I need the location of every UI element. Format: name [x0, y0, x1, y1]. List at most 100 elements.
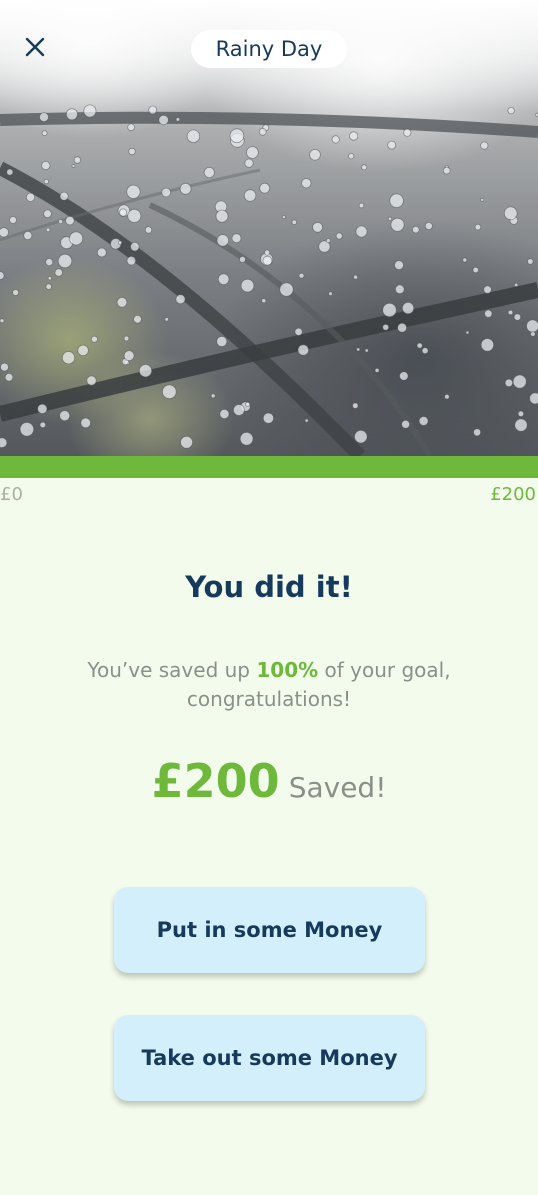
raindrop	[80, 417, 91, 429]
raindrop	[514, 418, 528, 432]
raindrop	[59, 410, 71, 422]
raindrop	[421, 347, 429, 355]
saved-amount: £200	[151, 754, 280, 808]
raindrop	[39, 421, 46, 429]
raindrop	[41, 130, 48, 137]
raindrop	[304, 418, 309, 423]
raindrop	[512, 374, 527, 389]
raindrop	[442, 166, 451, 175]
raindrop	[374, 367, 380, 373]
raindrop	[118, 240, 123, 245]
raindrop	[45, 283, 52, 290]
raindrop	[389, 193, 404, 208]
raindrop	[243, 189, 257, 202]
progress-min-label: £0	[0, 484, 23, 505]
raindrop	[399, 371, 409, 381]
raindrop	[349, 131, 359, 141]
raindrop	[69, 231, 84, 246]
raindrop	[43, 179, 49, 185]
raindrop	[246, 146, 259, 159]
raindrop	[4, 372, 14, 382]
raindrop	[164, 317, 169, 322]
raindrop	[232, 404, 245, 416]
raindrop	[390, 217, 405, 232]
raindrop	[517, 410, 525, 417]
raindrop	[244, 158, 254, 168]
raindrop	[6, 168, 14, 176]
raindrop	[484, 309, 493, 318]
raindrop	[58, 219, 64, 225]
raindrop	[65, 108, 78, 121]
raindrop	[54, 268, 63, 277]
raindrop	[231, 233, 242, 244]
raindrop	[397, 322, 408, 333]
raindrop	[411, 225, 420, 234]
raindrop	[309, 149, 321, 161]
raindrop	[513, 313, 522, 321]
raindrop	[480, 338, 495, 352]
raindrop	[352, 402, 359, 409]
raindrop	[444, 394, 450, 400]
close-icon	[25, 37, 45, 57]
raindrop	[328, 291, 333, 296]
raindrop	[116, 296, 128, 308]
raindrop	[281, 215, 286, 220]
success-headline: You did it!	[185, 570, 353, 604]
raindrop	[126, 184, 141, 199]
raindrop	[186, 129, 201, 143]
page-title: Rainy Day	[191, 30, 347, 68]
raindrop	[294, 327, 303, 336]
raindrop	[312, 221, 324, 233]
raindrop	[507, 309, 514, 316]
raindrop	[119, 208, 128, 217]
raindrop	[61, 351, 76, 365]
raindrop	[127, 208, 142, 223]
raindrop	[356, 347, 361, 352]
raindrop	[263, 249, 271, 256]
raindrop	[239, 255, 246, 263]
raindrop	[59, 191, 69, 201]
raindrop	[403, 128, 412, 137]
raindrop	[382, 323, 390, 331]
raindrop	[382, 302, 397, 318]
close-button[interactable]	[18, 30, 52, 64]
raindrop	[325, 238, 331, 244]
raindrop	[291, 219, 297, 225]
raindrop	[12, 289, 20, 296]
success-message: You’ve saved up 100% of your goal, congr…	[60, 656, 478, 714]
raindrop	[73, 156, 82, 164]
raindrop	[123, 350, 135, 362]
raindrop	[138, 364, 153, 378]
put-in-money-button[interactable]: Put in some Money	[114, 887, 425, 973]
raindrop	[229, 128, 245, 144]
raindrop	[239, 431, 254, 446]
raindrop	[57, 253, 73, 269]
raindrop	[418, 416, 429, 426]
raindrop	[23, 230, 33, 240]
raindrop	[39, 112, 49, 122]
raindrop	[130, 241, 140, 252]
raindrop	[245, 401, 251, 407]
raindrop	[240, 278, 255, 293]
raindrop	[162, 384, 177, 400]
message-prefix: You’ve saved up	[87, 658, 257, 682]
take-out-money-button[interactable]: Take out some Money	[114, 1015, 425, 1101]
raindrop	[9, 216, 17, 224]
raindrop	[394, 260, 404, 271]
raindrop	[90, 335, 98, 343]
raindrop	[215, 209, 229, 223]
raindrop	[96, 247, 107, 258]
progress-max-label: £200	[490, 484, 536, 505]
raindrop	[504, 378, 514, 388]
raindrop	[474, 223, 482, 231]
raindrop	[527, 258, 534, 265]
raindrop	[262, 255, 273, 266]
raindrop	[175, 117, 181, 122]
raindrop	[126, 256, 137, 266]
raindrop	[144, 226, 153, 234]
raindrop	[394, 284, 405, 295]
raindrop	[526, 319, 538, 333]
raindrop	[465, 330, 470, 335]
saved-label: Saved!	[288, 771, 387, 804]
raindrop	[473, 428, 482, 437]
